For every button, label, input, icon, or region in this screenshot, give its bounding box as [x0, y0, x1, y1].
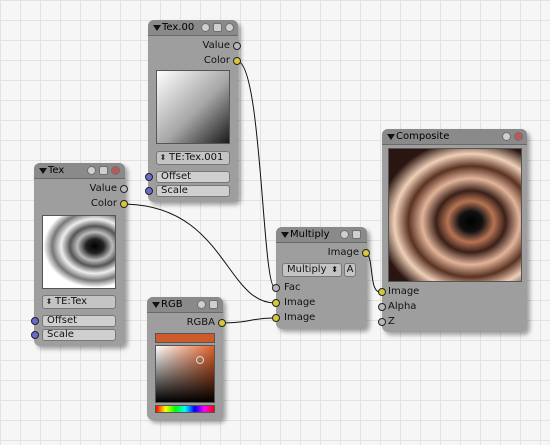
input-socket-scale[interactable] [31, 331, 39, 339]
preview-toggle-icon[interactable] [502, 132, 511, 141]
input-field-offset[interactable]: Offset [156, 171, 230, 183]
input-label-image-1: Image [284, 297, 316, 308]
use-alpha-toggle[interactable]: A [344, 263, 356, 277]
input-socket-offset[interactable] [31, 317, 39, 325]
input-label-image-2: Image [284, 312, 316, 323]
output-socket-value[interactable] [233, 42, 241, 50]
texture-name: TE:Tex.001 [169, 152, 224, 163]
node-tex00[interactable]: Tex.00 Value Color ⬍ TE:Tex.001 Offset Sc… [145, 20, 241, 202]
preview-toggle-icon[interactable] [87, 166, 96, 175]
preview-toggle-icon[interactable] [340, 230, 349, 239]
input-field-offset[interactable]: Offset [42, 315, 116, 327]
input-socket-image-1[interactable] [272, 299, 280, 307]
node-title: Tex.00 [162, 22, 195, 33]
preview-toggle-icon[interactable] [201, 23, 210, 32]
composite-preview [388, 148, 522, 282]
use-alpha-label: A [346, 264, 354, 275]
texture-name: TE:Tex [55, 296, 88, 307]
output-socket-color[interactable] [120, 200, 128, 208]
close-node-icon[interactable] [225, 23, 234, 32]
browse-arrows-icon: ⬍ [159, 153, 167, 162]
node-title: RGB [161, 299, 183, 310]
input-field-scale[interactable]: Scale [156, 185, 230, 197]
node-header[interactable]: RGB [147, 297, 223, 313]
texture-preview [156, 70, 230, 144]
close-node-icon[interactable] [111, 166, 120, 175]
node-header[interactable]: Multiply [276, 227, 367, 243]
select-arrows-icon: ⬍ [331, 265, 338, 274]
wire-tex00-color-to-multiply-fac [236, 60, 276, 289]
preview-toggle-icon[interactable] [197, 300, 206, 309]
input-label-image: Image [388, 286, 420, 297]
node-header[interactable]: Tex.00 [148, 20, 238, 36]
input-field-scale[interactable]: Scale [42, 329, 116, 341]
options-icon[interactable] [99, 166, 108, 175]
input-socket-z[interactable] [378, 318, 386, 326]
input-socket-offset[interactable] [145, 173, 153, 181]
input-socket-fac[interactable] [272, 284, 280, 292]
output-socket-rgba[interactable] [218, 319, 226, 327]
close-node-icon[interactable] [514, 132, 523, 141]
texture-browse-button[interactable]: ⬍ TE:Tex [42, 295, 116, 309]
output-label-color: Color [90, 198, 117, 209]
collapse-arrow-icon[interactable] [153, 25, 161, 31]
output-label-image: Image [327, 247, 359, 258]
blend-mode-value: Multiply [287, 264, 327, 275]
node-title: Tex [48, 165, 65, 176]
input-label-alpha: Alpha [388, 301, 417, 312]
output-label-rgba: RGBA [186, 317, 215, 328]
output-socket-image[interactable] [362, 249, 370, 257]
color-swatch[interactable] [155, 333, 215, 343]
input-socket-image-2[interactable] [272, 314, 280, 322]
hue-slider[interactable] [155, 405, 215, 413]
blend-mode-select[interactable]: Multiply ⬍ [282, 263, 342, 277]
output-label-value: Value [89, 183, 117, 194]
wire-rgb-to-multiply-image [219, 317, 276, 324]
output-socket-color[interactable] [233, 57, 241, 65]
node-header[interactable]: Composite [382, 129, 527, 145]
input-socket-image[interactable] [378, 288, 386, 296]
node-rgb[interactable]: RGB RGBA [147, 297, 226, 420]
node-title: Multiply [290, 229, 330, 240]
color-picker-field[interactable] [155, 345, 215, 403]
collapse-arrow-icon[interactable] [281, 232, 289, 238]
input-socket-scale[interactable] [145, 187, 153, 195]
node-tex[interactable]: Tex Value Color ⬍ TE:Tex Offset Scale [31, 163, 128, 346]
node-composite[interactable]: Composite Image Alpha Z [378, 129, 527, 332]
node-title: Composite [396, 131, 450, 142]
options-icon[interactable] [352, 230, 361, 239]
browse-arrows-icon: ⬍ [45, 297, 53, 306]
options-icon[interactable] [213, 23, 222, 32]
input-label-fac: Fac [284, 282, 301, 293]
input-socket-alpha[interactable] [378, 303, 386, 311]
output-label-value: Value [202, 40, 230, 51]
node-header[interactable]: Tex [34, 163, 125, 179]
texture-preview [42, 215, 116, 289]
wire-tex-color-to-multiply-image [121, 203, 276, 304]
input-label-z: Z [388, 316, 395, 327]
output-label-color: Color [203, 55, 230, 66]
options-icon[interactable] [209, 300, 218, 309]
output-socket-value[interactable] [120, 185, 128, 193]
collapse-arrow-icon[interactable] [387, 134, 395, 140]
collapse-arrow-icon[interactable] [39, 168, 47, 174]
color-picker-cursor[interactable] [196, 356, 204, 364]
node-multiply[interactable]: Multiply Image Multiply ⬍ A Fac Image Im… [272, 227, 370, 329]
collapse-arrow-icon[interactable] [152, 302, 160, 308]
texture-browse-button[interactable]: ⬍ TE:Tex.001 [156, 151, 230, 165]
